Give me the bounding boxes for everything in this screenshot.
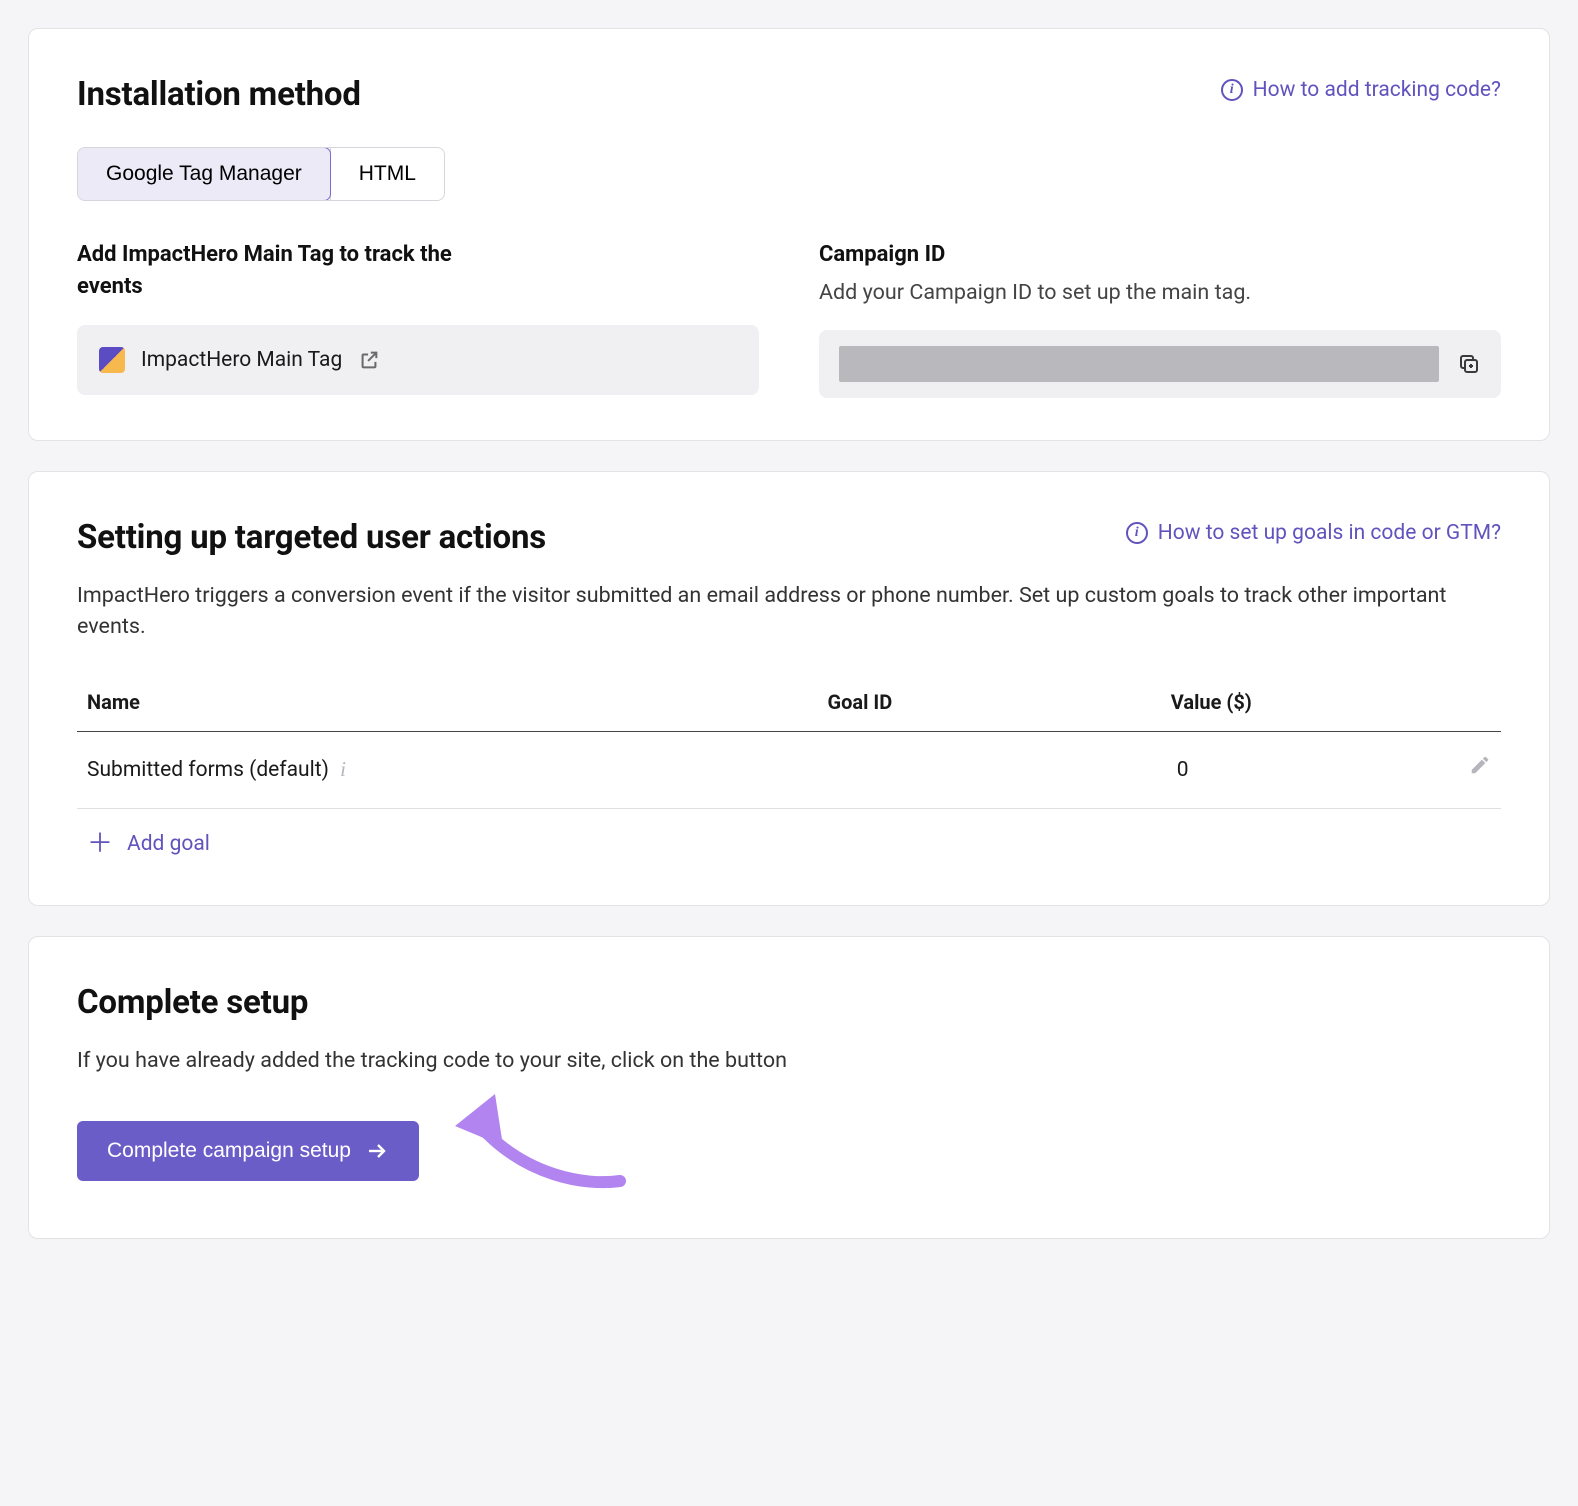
main-tag-title: Add ImpactHero Main Tag to track the eve…: [77, 239, 497, 303]
col-actions: [1387, 674, 1501, 732]
goal-value-cell: 0: [1131, 732, 1387, 808]
targeted-desc: ImpactHero triggers a conversion event i…: [77, 580, 1501, 642]
targeted-header: Setting up targeted user actions i How t…: [77, 514, 1501, 562]
plus-icon: ＋: [87, 831, 113, 857]
arrow-right-icon: [365, 1139, 389, 1163]
info-icon: i: [1126, 522, 1148, 544]
col-goal-id: Goal ID: [817, 674, 1130, 732]
edit-icon[interactable]: [1469, 754, 1491, 776]
install-method-toggle: Google Tag Manager HTML: [77, 147, 445, 201]
goal-name: Submitted forms (default): [87, 758, 329, 782]
help-goals-label: How to set up goals in code or GTM?: [1158, 518, 1501, 548]
tab-gtm[interactable]: Google Tag Manager: [77, 147, 331, 201]
info-icon: i: [1221, 79, 1243, 101]
add-goal-button[interactable]: ＋ Add goal: [77, 809, 220, 863]
installation-header: Installation method i How to add trackin…: [77, 71, 1501, 119]
col-name: Name: [77, 674, 817, 732]
main-tag-label: ImpactHero Main Tag: [141, 345, 342, 375]
installation-title: Installation method: [77, 71, 361, 119]
col-value: Value ($): [1131, 674, 1387, 732]
main-tag-box[interactable]: ImpactHero Main Tag: [77, 325, 759, 395]
goal-id-cell: [817, 732, 1130, 808]
targeted-title: Setting up targeted user actions: [77, 514, 546, 562]
targeted-actions-card: Setting up targeted user actions i How t…: [28, 471, 1550, 906]
copy-icon[interactable]: [1457, 352, 1481, 376]
complete-title: Complete setup: [77, 979, 1501, 1027]
main-tag-column: Add ImpactHero Main Tag to track the eve…: [77, 239, 759, 398]
goals-table: Name Goal ID Value ($) Submitted forms (…: [77, 674, 1501, 808]
external-link-icon: [358, 349, 380, 371]
installation-method-card: Installation method i How to add trackin…: [28, 28, 1550, 441]
annotation-arrow-icon: [435, 1086, 635, 1196]
complete-desc: If you have already added the tracking c…: [77, 1045, 1501, 1076]
campaign-id-field[interactable]: [839, 346, 1439, 382]
complete-button-label: Complete campaign setup: [107, 1139, 351, 1163]
complete-campaign-setup-button[interactable]: Complete campaign setup: [77, 1121, 419, 1181]
campaign-id-desc: Add your Campaign ID to set up the main …: [819, 277, 1501, 308]
table-row: Submitted forms (default) i 0: [77, 732, 1501, 808]
impacthero-logo-icon: [99, 347, 125, 373]
campaign-id-box: [819, 330, 1501, 398]
complete-setup-card: Complete setup If you have already added…: [28, 936, 1550, 1239]
add-goal-label: Add goal: [127, 829, 210, 859]
help-tracking-code-link[interactable]: i How to add tracking code?: [1221, 75, 1501, 105]
help-tracking-code-label: How to add tracking code?: [1253, 75, 1501, 105]
info-tooltip-icon[interactable]: i: [340, 757, 346, 781]
tab-html[interactable]: HTML: [331, 148, 444, 200]
help-goals-link[interactable]: i How to set up goals in code or GTM?: [1126, 518, 1501, 548]
campaign-id-title: Campaign ID: [819, 239, 1501, 271]
campaign-id-column: Campaign ID Add your Campaign ID to set …: [819, 239, 1501, 398]
